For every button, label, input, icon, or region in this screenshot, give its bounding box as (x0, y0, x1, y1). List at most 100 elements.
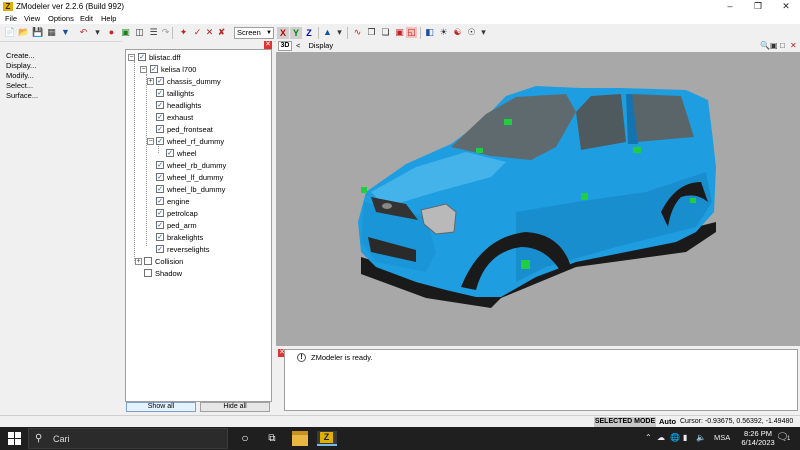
properties-icon[interactable]: ☰ (148, 27, 159, 38)
globe-icon[interactable]: 🌐 (670, 433, 680, 442)
command-modify[interactable]: Modify... (6, 71, 34, 81)
viewport-3d[interactable] (276, 52, 800, 346)
new-file-icon[interactable]: 📄 (4, 27, 15, 38)
checkbox[interactable]: ✓ (156, 161, 164, 169)
pivot-icon[interactable]: ▲ (322, 27, 333, 38)
volume-icon[interactable]: 🔈 (696, 433, 706, 442)
taskbar-search-box[interactable]: ⚲ Cari (28, 428, 228, 449)
checkbox[interactable]: ✓ (138, 53, 146, 61)
axis-x-button[interactable]: X (277, 27, 289, 39)
maximize-view-icon[interactable]: □ (780, 41, 785, 51)
task-view-icon[interactable]: ⧉ (264, 431, 280, 446)
taskbar: ⚲ Cari ○ ⧉ Z ⌃ ☁ 🌐 ▮ 🔈 MSA 8:26 PM 6/14/… (0, 427, 800, 450)
checkbox[interactable]: ✓ (156, 197, 164, 205)
tree-item-label: wheel_lb_dummy (167, 185, 226, 194)
character-icon[interactable]: ☯ (452, 27, 463, 38)
axis-z-button[interactable]: Z (303, 27, 315, 39)
import-icon[interactable]: ▦ (46, 27, 57, 38)
tree-item-label: headlights (167, 101, 202, 110)
view-mode-select[interactable]: Screen ▼ (234, 27, 274, 39)
zoom-icon[interactable]: 🔍 (760, 41, 770, 51)
move-tool-icon[interactable]: ✓ (192, 27, 203, 38)
pivot-dropdown-icon[interactable]: ▾ (334, 27, 345, 38)
maximize-icon[interactable]: ❐ (744, 0, 772, 13)
menu-edit[interactable]: Edit (80, 14, 93, 24)
close-icon[interactable]: ✕ (772, 0, 800, 13)
checkbox[interactable]: ✓ (150, 65, 158, 73)
edge-mode-icon[interactable]: ❐ (366, 27, 377, 38)
export-icon[interactable]: ▼ (60, 27, 71, 38)
checkbox[interactable]: ✓ (156, 89, 164, 97)
command-select[interactable]: Select... (6, 81, 33, 91)
checkbox[interactable]: ✓ (156, 221, 164, 229)
checkbox[interactable]: ✓ (156, 113, 164, 121)
collapse-icon[interactable]: − (128, 54, 135, 61)
zmodeler-taskbar-button[interactable]: Z (317, 431, 337, 446)
expand-icon[interactable]: + (135, 258, 142, 265)
camera-icon[interactable]: ☉ (466, 27, 477, 38)
materials-icon[interactable]: ◫ (134, 27, 145, 38)
rotate-tool-icon[interactable]: ✕ (204, 27, 215, 38)
record-icon[interactable]: ● (106, 27, 117, 38)
checkbox[interactable]: ✓ (144, 269, 152, 277)
separator (420, 27, 421, 39)
axis-y-button[interactable]: Y (290, 27, 302, 39)
clock-date: 6/14/2023 (741, 438, 775, 447)
expand-icon[interactable]: + (147, 78, 154, 85)
checkbox[interactable]: ✓ (166, 149, 174, 157)
checkbox[interactable]: ✓ (156, 245, 164, 253)
menu-options[interactable]: Options (48, 14, 74, 24)
menu-file[interactable]: File (5, 14, 17, 24)
checkbox[interactable]: ✓ (156, 209, 164, 217)
clock[interactable]: 8:26 PM 6/14/2023 (736, 429, 780, 447)
pan-icon[interactable]: ▣ (770, 41, 778, 51)
collapse-icon[interactable]: − (140, 66, 147, 73)
language-indicator[interactable]: MSA (714, 433, 730, 442)
undo-icon[interactable]: ↶ (78, 27, 89, 38)
snap-mode-indicator: Auto (659, 417, 677, 426)
menu-help[interactable]: Help (101, 14, 116, 24)
object-mode-icon[interactable]: ▣ (394, 27, 405, 38)
checkbox[interactable]: ✓ (156, 77, 164, 85)
command-create[interactable]: Create... (6, 51, 35, 61)
close-view-icon[interactable]: ✕ (790, 41, 797, 51)
save-icon[interactable]: 💾 (32, 27, 43, 38)
selection-filter-icon[interactable]: ◱ (406, 27, 417, 38)
hierarchy-panel: ✕ − ✓ blistac.dff − ✓ kelisa l700 + ✓ ch… (122, 40, 274, 414)
vertex-mode-icon[interactable]: ∿ (352, 27, 363, 38)
minimize-icon[interactable]: – (716, 0, 744, 13)
face-mode-icon[interactable]: ❏ (380, 27, 391, 38)
render-icon[interactable]: ▣ (120, 27, 131, 38)
view-3d-tab[interactable]: 3D (278, 41, 292, 51)
collapse-icon[interactable]: − (147, 138, 154, 145)
checkbox[interactable]: ✓ (156, 125, 164, 133)
file-explorer-icon[interactable] (292, 431, 308, 446)
tree-item-label: wheel (177, 149, 197, 158)
windows-start-icon[interactable] (8, 432, 21, 445)
chevron-up-icon[interactable]: ⌃ (645, 433, 652, 442)
select-tool-icon[interactable]: ✦ (178, 27, 189, 38)
menu-view[interactable]: View (24, 14, 40, 24)
checkbox[interactable]: ✓ (144, 257, 152, 265)
checkbox[interactable]: ✓ (156, 233, 164, 241)
close-icon[interactable]: ✕ (264, 41, 272, 49)
cloud-icon[interactable]: ☁ (657, 433, 665, 442)
checkbox[interactable]: ✓ (156, 185, 164, 193)
hide-all-button[interactable]: Hide all (200, 402, 270, 412)
scale-tool-icon[interactable]: ✘ (216, 27, 227, 38)
checkbox[interactable]: ✓ (156, 101, 164, 109)
cortana-icon[interactable]: ○ (237, 431, 253, 446)
lights-icon[interactable]: ☀ (438, 27, 449, 38)
network-icon[interactable]: ▮ (683, 433, 687, 442)
show-all-button[interactable]: Show all (126, 402, 196, 412)
dropdown-icon[interactable]: ▾ (92, 27, 103, 38)
checkbox[interactable]: ✓ (156, 137, 164, 145)
checkbox[interactable]: ✓ (156, 173, 164, 181)
redo-icon[interactable]: ↷ (160, 27, 171, 38)
open-file-icon[interactable]: 📂 (18, 27, 29, 38)
display-menu[interactable]: < Display (296, 41, 333, 51)
camera-dropdown-icon[interactable]: ▾ (478, 27, 489, 38)
command-display[interactable]: Display... (6, 61, 36, 71)
bones-icon[interactable]: ◧ (424, 27, 435, 38)
command-surface[interactable]: Surface... (6, 91, 38, 101)
